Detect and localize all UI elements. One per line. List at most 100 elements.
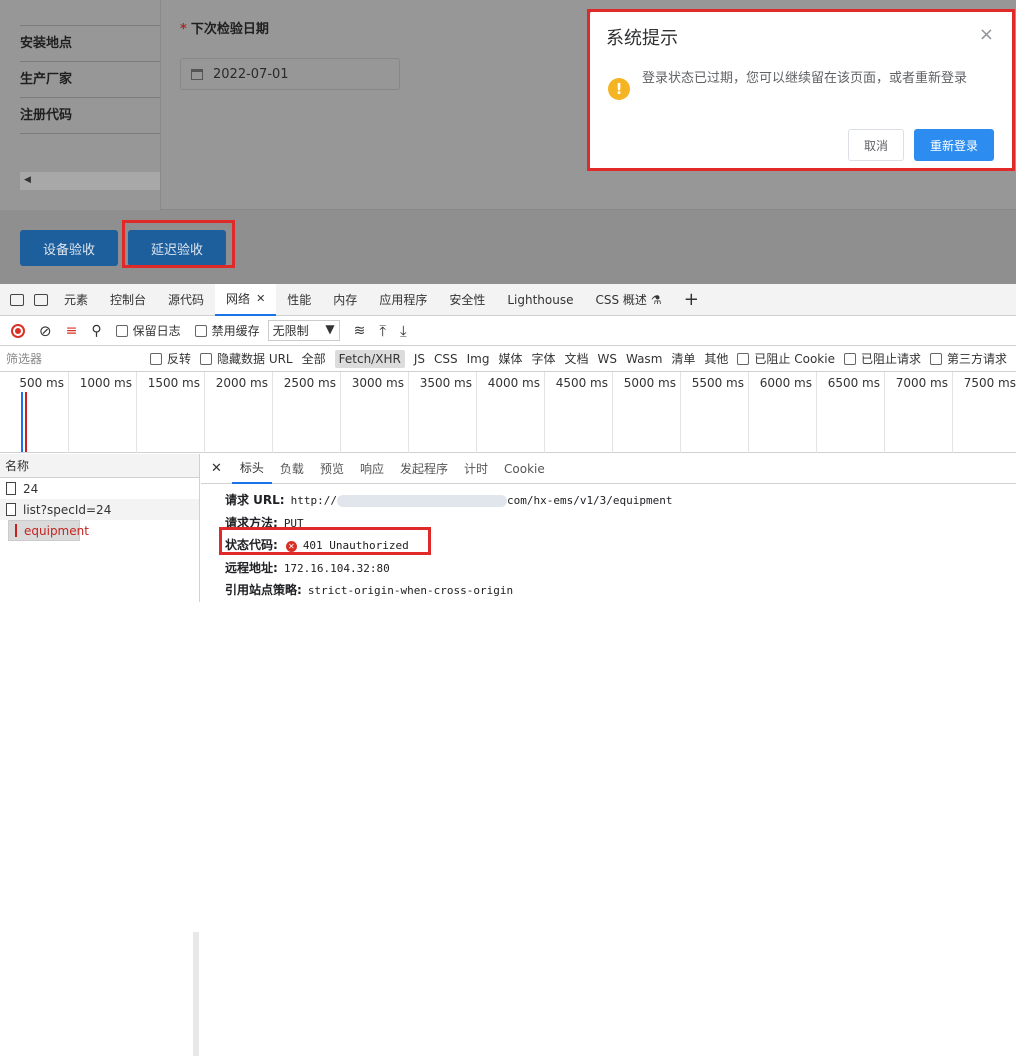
- record-icon[interactable]: [11, 323, 25, 338]
- invert-checkbox[interactable]: 反转: [149, 350, 191, 367]
- info-row-registration-code: 注册代码: [20, 98, 160, 134]
- list-scrollbar[interactable]: [193, 932, 199, 1056]
- tab-memory[interactable]: 内存: [322, 284, 368, 316]
- referrer-policy-row: 引用站点策略: strict-origin-when-cross-origin: [225, 583, 514, 597]
- filter-input[interactable]: 筛选器: [0, 350, 150, 367]
- info-row-manufacturer: 生产厂家: [20, 62, 160, 98]
- timeline-tick-label: 2500 ms: [283, 376, 336, 390]
- disable-cache-checkbox[interactable]: 禁用缓存: [194, 322, 260, 339]
- inspect-element-icon[interactable]: [10, 293, 24, 306]
- timeline-gridline: [952, 372, 953, 453]
- info-column: 安装地点 生产厂家 注册代码 ◀: [0, 0, 160, 210]
- timeline-tick-label: 500 ms: [19, 376, 64, 390]
- export-har-icon[interactable]: ⤓: [400, 322, 407, 340]
- throttle-select[interactable]: 无限制 ▼: [267, 320, 340, 341]
- scroll-left-icon[interactable]: ◀: [24, 175, 31, 185]
- chevron-down-icon: ▼: [325, 322, 335, 336]
- timeline-gridline: [748, 372, 749, 453]
- next-inspection-date-input[interactable]: 2022-07-01: [180, 58, 400, 90]
- filter-type-fetch-xhr[interactable]: Fetch/XHR: [334, 349, 405, 368]
- filter-type-css[interactable]: CSS: [434, 352, 458, 366]
- timeline-tick-label: 4500 ms: [555, 376, 608, 390]
- filter-type-manifest[interactable]: 清单: [671, 350, 695, 367]
- hide-data-urls-checkbox[interactable]: 隐藏数据 URL: [200, 350, 293, 367]
- timeline-gridline: [680, 372, 681, 453]
- tab-initiator[interactable]: 发起程序: [392, 454, 456, 484]
- name-column-header[interactable]: 名称: [0, 454, 199, 478]
- file-icon: [15, 524, 17, 537]
- tab-security[interactable]: 安全性: [438, 284, 496, 316]
- tab-payload[interactable]: 负载: [272, 454, 312, 484]
- timeline-gridline: [884, 372, 885, 453]
- timeline-tick-label: 4000 ms: [487, 376, 540, 390]
- accept-equipment-button[interactable]: 设备验收: [20, 230, 118, 266]
- tab-application[interactable]: 应用程序: [368, 284, 438, 316]
- filter-type-font[interactable]: 字体: [531, 350, 555, 367]
- request-row[interactable]: 24: [0, 478, 199, 499]
- network-toolbar: ⊘ ≡ ⚲ 保留日志 禁用缓存 无限制 ▼ ≋ ⤒ ⤓: [0, 316, 1016, 346]
- load-event-line: [25, 392, 27, 452]
- tab-headers[interactable]: 标头: [231, 454, 272, 484]
- date-value: 2022-07-01: [213, 66, 289, 82]
- tab-preview[interactable]: 预览: [312, 454, 352, 484]
- horizontal-scrollbar[interactable]: ◀: [20, 172, 160, 190]
- tab-network[interactable]: 网络 ✕: [215, 283, 277, 316]
- info-row-empty: [20, 0, 160, 26]
- filter-type-js[interactable]: JS: [414, 352, 425, 366]
- timeline-tick-label: 6500 ms: [827, 376, 880, 390]
- file-icon: [6, 503, 16, 516]
- timeline-tick-label: 3500 ms: [419, 376, 472, 390]
- highlight-box-status: [219, 527, 431, 555]
- third-party-checkbox[interactable]: 第三方请求: [929, 350, 1007, 367]
- flask-icon: ⚗: [650, 292, 662, 307]
- tab-console[interactable]: 控制台: [99, 284, 157, 316]
- timeline-tick-label: 1500 ms: [147, 376, 200, 390]
- close-tab-icon[interactable]: ✕: [256, 292, 265, 305]
- timeline-tick-label: 7500 ms: [963, 376, 1016, 390]
- tab-css-overview[interactable]: CSS 概述 ⚗: [584, 284, 672, 316]
- timeline-gridline: [204, 372, 205, 453]
- tab-timing[interactable]: 计时: [456, 454, 496, 484]
- tab-cookies[interactable]: Cookie: [496, 454, 553, 484]
- filter-type-wasm[interactable]: Wasm: [626, 352, 662, 366]
- tab-elements[interactable]: 元素: [53, 284, 99, 316]
- timeline-tick-label: 7000 ms: [895, 376, 948, 390]
- file-icon: [6, 482, 16, 495]
- filter-type-ws[interactable]: WS: [598, 352, 617, 366]
- dom-content-loaded-line: [21, 392, 23, 452]
- tab-lighthouse[interactable]: Lighthouse: [496, 284, 584, 316]
- timeline-gridline: [476, 372, 477, 453]
- preserve-log-checkbox[interactable]: 保留日志: [115, 322, 181, 339]
- timeline-tick-label: 5000 ms: [623, 376, 676, 390]
- close-detail-icon[interactable]: ✕: [211, 461, 222, 476]
- request-list-pane: 名称 24 list?specId=24 equipment: [0, 454, 200, 1056]
- filter-type-img[interactable]: Img: [467, 352, 490, 366]
- filter-type-other[interactable]: 其他: [704, 350, 728, 367]
- request-row[interactable]: list?specId=24: [0, 499, 199, 520]
- filter-icon[interactable]: ≡: [66, 323, 78, 339]
- blocked-cookies-checkbox[interactable]: 已阻止 Cookie: [737, 350, 835, 367]
- timeline-tick-label: 5500 ms: [691, 376, 744, 390]
- remote-address-row: 远程地址: 172.16.104.32:80: [225, 561, 390, 575]
- request-url-row: 请求 URL: http://com/hx-ems/v1/3/equipment: [225, 493, 673, 507]
- device-toolbar-icon[interactable]: [34, 293, 48, 306]
- search-icon[interactable]: ⚲: [91, 323, 101, 339]
- blocked-requests-checkbox[interactable]: 已阻止请求: [843, 350, 921, 367]
- timeline-gridline: [340, 372, 341, 453]
- network-conditions-icon[interactable]: ≋: [354, 323, 366, 339]
- tab-sources[interactable]: 源代码: [157, 284, 215, 316]
- clear-icon[interactable]: ⊘: [39, 322, 52, 340]
- filter-type-doc[interactable]: 文档: [564, 350, 588, 367]
- redacted-host: [336, 495, 507, 507]
- timeline-gridline: [544, 372, 545, 453]
- tab-performance[interactable]: 性能: [276, 284, 322, 316]
- network-timeline-overview[interactable]: 500 ms 1000 ms 1500 ms 2000 ms 2500 ms 3000 m…: [0, 372, 1016, 453]
- import-har-icon[interactable]: ⤒: [379, 322, 386, 340]
- request-row-selected[interactable]: equipment: [8, 520, 89, 541]
- filter-type-media[interactable]: 媒体: [498, 350, 522, 367]
- filter-type-all[interactable]: 全部: [302, 350, 326, 367]
- add-tab-button[interactable]: +: [673, 284, 710, 316]
- tab-response[interactable]: 响应: [352, 454, 392, 484]
- timeline-gridline: [408, 372, 409, 453]
- timeline-gridline: [68, 372, 69, 453]
